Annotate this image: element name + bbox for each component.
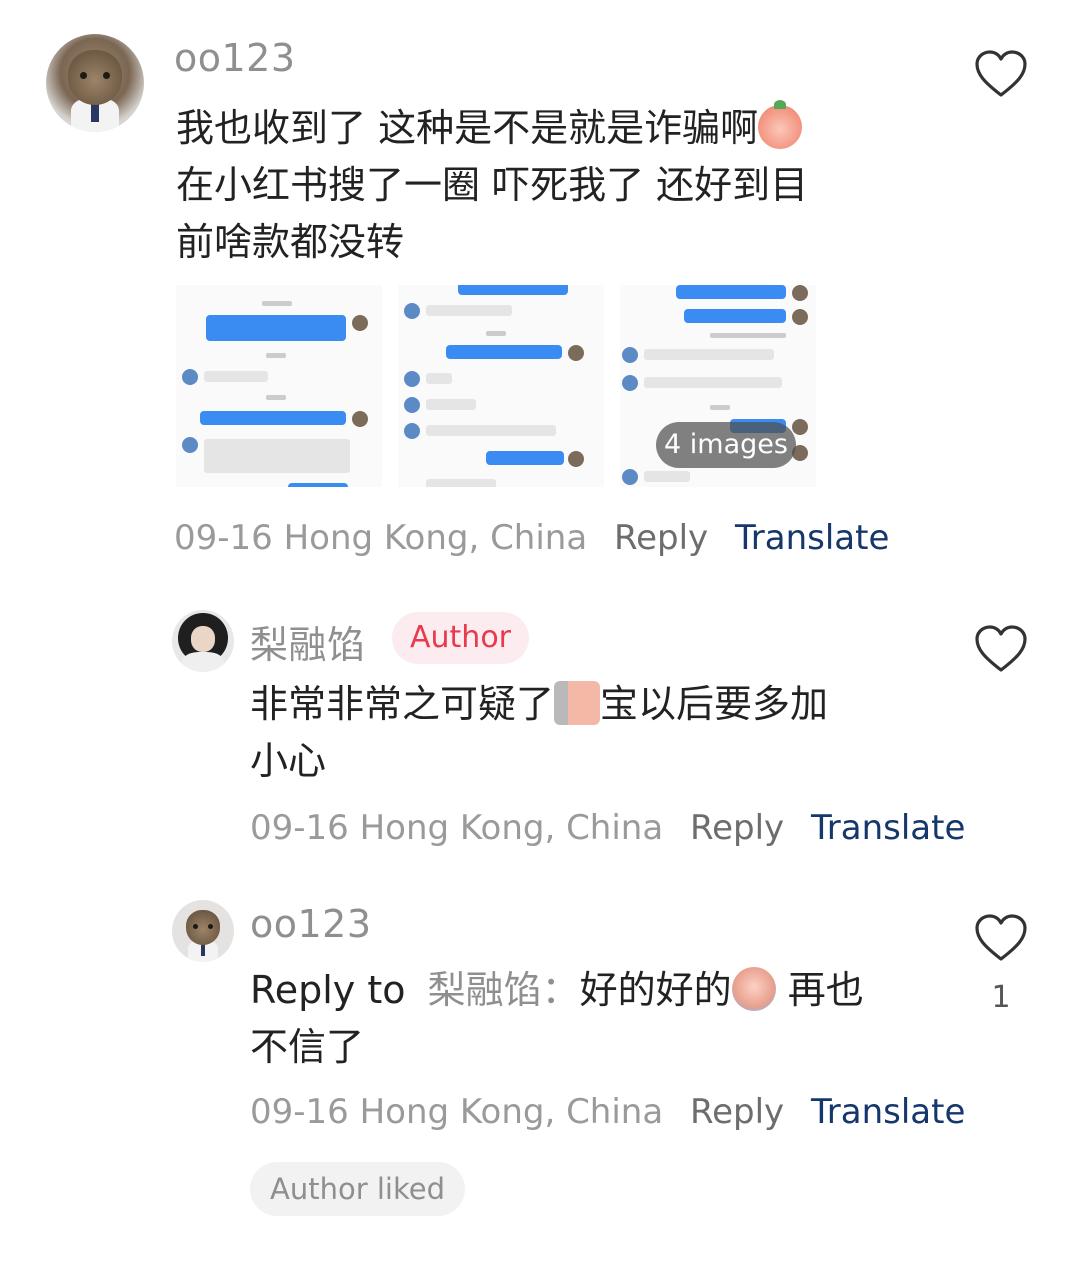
comment-text-line: 非常非常之可疑了 (250, 682, 555, 726)
comment-text: 非常非常之可疑了 宝以后要多加 小心 (250, 676, 930, 790)
like-button[interactable] (974, 914, 1028, 966)
like-button[interactable] (974, 50, 1028, 102)
comment-text: 我也收到了 这种是不是就是诈骗啊 在小红书搜了一圈 吓死我了 还好到目 前啥款都… (176, 100, 936, 271)
heart-icon (975, 50, 1027, 97)
comment-text-line: 再也 (775, 968, 864, 1012)
reply-button[interactable]: Reply (690, 1092, 784, 1132)
comment-date: 09-16 (250, 1092, 349, 1132)
comment-username[interactable]: 梨融馅 (250, 614, 366, 669)
comment-location: Hong Kong, China (359, 1092, 664, 1132)
avatar[interactable] (46, 34, 144, 132)
peach-scream-icon (758, 100, 803, 149)
avatar[interactable] (172, 610, 234, 672)
avatar-face (190, 626, 216, 653)
comment-meta: 09-16 Hong Kong, China Reply Translate (174, 518, 889, 558)
peach-crying-icon (731, 967, 776, 1011)
avatar-cat-eye (193, 923, 199, 929)
avatar-shirt (181, 652, 225, 672)
reply-to-prefix: Reply to (250, 968, 406, 1012)
comment-text-line: 宝以后要多加 (600, 682, 829, 726)
reply-button[interactable]: Reply (690, 808, 784, 848)
comment-text: Reply to 梨融馅：好的好的 再也 不信了 (250, 962, 930, 1076)
comment-text-line: 不信了 (250, 1025, 365, 1069)
author-liked-badge: Author liked (250, 1162, 465, 1216)
comment-username[interactable]: oo123 (174, 36, 296, 80)
heart-icon (975, 625, 1027, 672)
like-count: 1 (991, 980, 1011, 1015)
comment-text-line: 好的好的 (579, 968, 732, 1012)
author-badge: Author (392, 612, 530, 664)
comment-location: Hong Kong, China (283, 518, 588, 558)
comment-text-line: 我也收到了 这种是不是就是诈骗啊 (176, 106, 759, 150)
avatar-cat-eye (207, 923, 213, 929)
peach-wall-peek-icon (554, 681, 601, 725)
avatar[interactable] (172, 900, 234, 962)
reply-button[interactable]: Reply (614, 518, 708, 558)
comment-text-line: 前啥款都没转 (176, 220, 405, 264)
heart-icon (975, 914, 1027, 961)
avatar-cat-face (67, 49, 123, 105)
comment-date: 09-16 (174, 518, 273, 558)
comment-location: Hong Kong, China (359, 808, 664, 848)
comment-text-line: 在小红书搜了一圈 吓死我了 还好到目 (176, 163, 809, 207)
image-thumbnail[interactable] (176, 285, 382, 487)
translate-button[interactable]: Translate (811, 808, 965, 848)
translate-button[interactable]: Translate (735, 518, 889, 558)
comment-meta: 09-16 Hong Kong, China Reply Translate (250, 808, 965, 848)
comment-text-line: 小心 (250, 739, 327, 783)
comment-username[interactable]: oo123 (250, 902, 372, 946)
comment-date: 09-16 (250, 808, 349, 848)
translate-button[interactable]: Translate (811, 1092, 965, 1132)
avatar-cat-eye (79, 71, 88, 80)
avatar-cat-eye (102, 71, 111, 80)
avatar-cat-face (185, 909, 221, 945)
like-button[interactable] (974, 625, 1028, 677)
image-thumbnail[interactable] (398, 285, 604, 487)
more-images-badge[interactable]: 4 images (656, 422, 796, 468)
comment-meta: 09-16 Hong Kong, China Reply Translate (250, 1092, 965, 1132)
reply-to-name[interactable]: 梨融馅： (428, 968, 580, 1012)
